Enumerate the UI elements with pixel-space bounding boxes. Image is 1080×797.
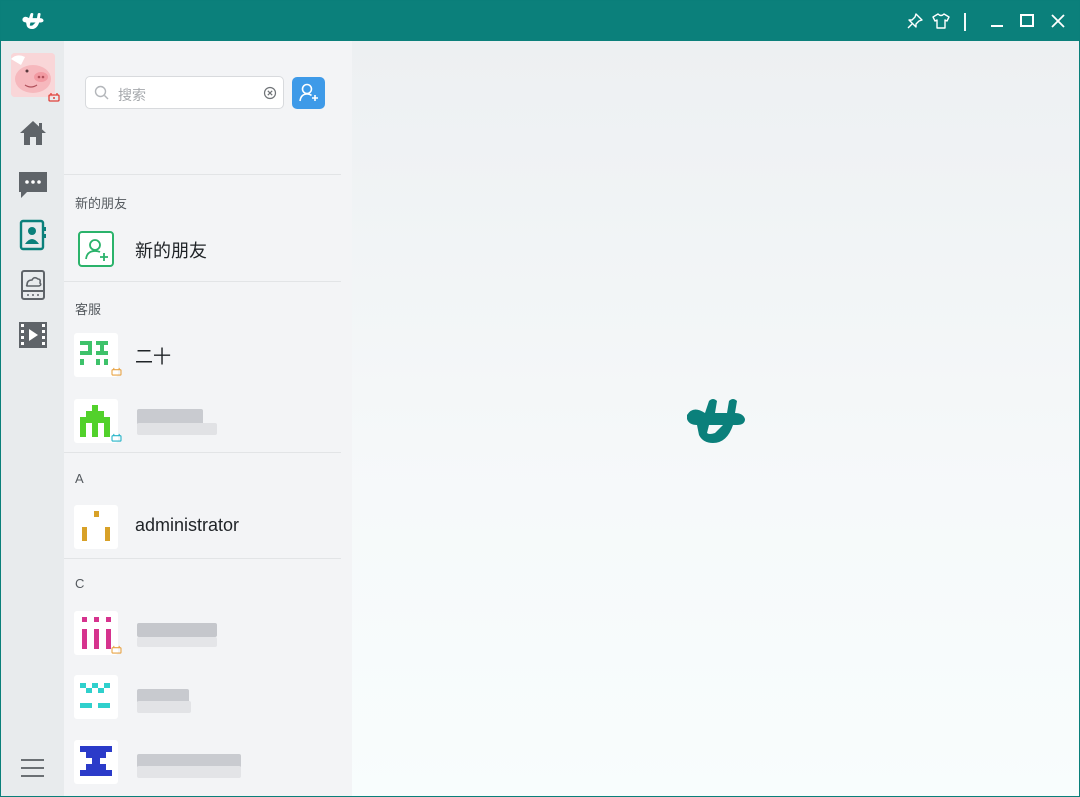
contact-avatar (74, 505, 118, 549)
home-icon[interactable] (17, 117, 49, 149)
chat-icon[interactable] (17, 169, 49, 201)
section-label: 新的朋友 (75, 196, 128, 211)
title-bar (1, 1, 1079, 41)
video-icon[interactable] (17, 319, 49, 351)
list-item[interactable]: administrator (64, 501, 341, 557)
skin-icon[interactable] (929, 9, 953, 33)
close-icon[interactable] (1046, 9, 1070, 33)
list-item[interactable] (64, 671, 341, 727)
divider (64, 452, 341, 453)
service-badge-icon (111, 645, 122, 654)
cloud-drive-icon[interactable] (17, 269, 49, 301)
contact-name: 二十 (135, 347, 171, 367)
list-item[interactable] (64, 736, 341, 792)
contact-name: administrator (135, 515, 240, 535)
contacts-panel: 搜索 新的朋友 新的朋友 客服 二十 A administrator C (64, 41, 352, 796)
app-logo-watermark-icon (687, 399, 745, 443)
section-label: A (75, 471, 84, 486)
search-input[interactable]: 搜索 (118, 85, 146, 105)
service-badge-icon (111, 433, 122, 442)
service-badge-icon (48, 93, 60, 102)
contacts-icon[interactable] (17, 219, 49, 251)
menu-icon[interactable] (21, 759, 45, 779)
title-separator (964, 13, 966, 31)
list-item[interactable] (64, 607, 341, 663)
list-item[interactable] (64, 395, 341, 451)
maximize-icon[interactable] (1015, 9, 1039, 33)
divider (64, 558, 341, 559)
search-icon (94, 85, 109, 100)
user-avatar[interactable] (11, 53, 55, 97)
main-content (352, 41, 1079, 796)
minimize-icon[interactable] (985, 9, 1009, 33)
contact-avatar (74, 675, 118, 719)
new-friend-icon (74, 227, 118, 271)
list-item[interactable]: 二十 (64, 329, 341, 385)
pin-icon[interactable] (903, 9, 927, 33)
divider (64, 174, 341, 175)
section-label: C (75, 576, 85, 591)
clear-icon[interactable] (263, 86, 277, 100)
service-badge-icon (111, 367, 122, 376)
section-label: 客服 (75, 302, 102, 317)
search-box[interactable]: 搜索 (85, 76, 284, 109)
add-user-icon (298, 83, 318, 102)
app-window: 搜索 新的朋友 新的朋友 客服 二十 A administrator C (0, 0, 1080, 797)
list-item-new-friends[interactable]: 新的朋友 (64, 223, 341, 279)
app-logo-icon (22, 13, 44, 29)
divider (64, 281, 341, 282)
contact-name: 新的朋友 (135, 241, 207, 261)
sidebar-rail (1, 41, 64, 796)
add-friend-button[interactable] (292, 77, 325, 109)
contact-avatar (74, 740, 118, 784)
